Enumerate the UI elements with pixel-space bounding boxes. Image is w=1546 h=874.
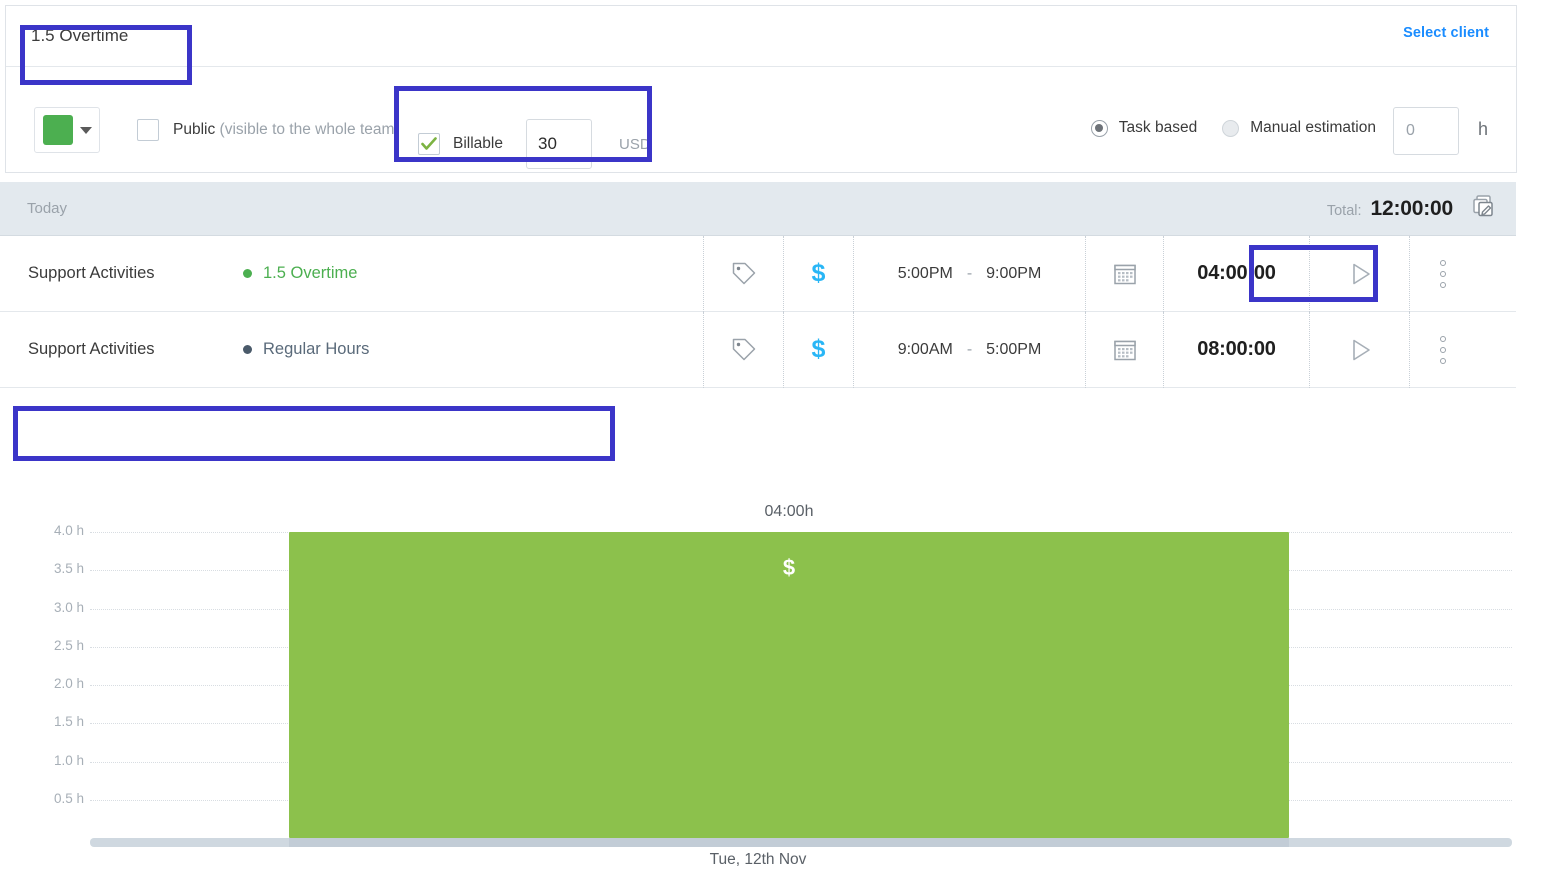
day-total-value: 12:00:00 [1370, 196, 1454, 220]
calendar-icon[interactable] [1085, 311, 1163, 388]
hours-bar-chart: 4.0 h 3.5 h 3.0 h 2.5 h 2.0 h 1.5 h 1.0 h 0.5 h… [0, 468, 1516, 874]
public-hint-text: (visible to the whole team) [219, 121, 400, 138]
chart-y-tick-label: 1.5 h [53, 714, 84, 730]
entry-task[interactable]: 1.5 Overtime [243, 264, 703, 283]
manual-estimation-label: Manual estimation [1250, 119, 1376, 136]
row-menu-icon[interactable] [1409, 235, 1475, 312]
billable-group[interactable]: Billable 30 USD [418, 119, 651, 169]
entry-time-range[interactable]: 9:00AM -5:00PM [853, 311, 1085, 388]
entry-task[interactable]: Regular Hours [243, 340, 703, 359]
day-header-row: Today Total: 12:00:00 [0, 182, 1516, 236]
chart-y-tick-label: 3.5 h [53, 561, 84, 577]
time-range-dash: - [966, 264, 973, 282]
play-icon[interactable] [1309, 311, 1409, 388]
calendar-icon[interactable] [1085, 235, 1163, 312]
entry-project: Support Activities [28, 264, 155, 282]
billable-dollar-icon[interactable]: $ [783, 235, 853, 312]
hours-unit-label: h [1477, 119, 1488, 139]
table-row[interactable]: Support Activities 1.5 Overtime $5:00PM -9:… [0, 235, 1516, 312]
entry-duration[interactable]: 08:00:00 [1163, 311, 1309, 388]
entry-time-range[interactable]: 5:00PM -9:00PM [853, 235, 1085, 312]
day-total: Total: 12:00:00 [1327, 197, 1453, 221]
row-menu-icon[interactable] [1409, 311, 1475, 388]
task-based-label: Task based [1118, 119, 1198, 136]
manual-estimation-radio[interactable] [1222, 119, 1240, 137]
duplicate-day-icon[interactable] [1470, 193, 1496, 224]
estimate-hours-input[interactable]: 0 [1393, 107, 1459, 155]
entry-duration[interactable]: 04:00:00 [1163, 235, 1309, 312]
color-picker-button[interactable] [34, 107, 100, 153]
public-checkbox-group[interactable]: Public (visible to the whole team) [137, 119, 400, 141]
public-checkbox[interactable] [137, 119, 159, 141]
chart-y-tick-label: 2.0 h [53, 676, 84, 692]
play-icon[interactable] [1309, 235, 1409, 312]
table-row[interactable]: Support Activities Regular Hours $9:00AM -5… [0, 311, 1516, 388]
entry-end-time: 5:00PM [986, 340, 1042, 358]
timesheet-page: 1.5 Overtime Select client Public (visib… [0, 0, 1546, 874]
task-color-dot [243, 345, 252, 354]
public-label: Public (visible to the whole team) [173, 121, 400, 139]
public-label-text: Public [173, 121, 216, 138]
entry-task-label: Regular Hours [263, 340, 370, 358]
entry-end-time: 9:00PM [986, 264, 1042, 282]
entry-task-label: 1.5 Overtime [263, 264, 358, 282]
tag-icon[interactable] [703, 235, 783, 312]
time-entries-panel: Today Total: 12:00:00 Support Activities… [0, 182, 1516, 640]
chart-x-tick-label: Tue, 12th Nov [709, 851, 807, 868]
chart-y-tick-label: 1.0 h [53, 752, 84, 768]
billable-dollar-icon[interactable]: $ [783, 311, 853, 388]
card-title-row: 1.5 Overtime Select client [6, 6, 1516, 67]
chart-y-tick-label: 2.5 h [53, 637, 84, 653]
chart-y-tick-label: 4.0 h [53, 523, 84, 539]
entry-start-time: 9:00AM [897, 340, 953, 358]
currency-label: USD [618, 135, 651, 153]
billable-rate-input[interactable]: 30 [525, 119, 592, 169]
tag-icon[interactable] [703, 311, 783, 388]
project-settings-card: 1.5 Overtime Select client Public (visib… [5, 5, 1517, 173]
entry-start-time: 5:00PM [897, 264, 953, 282]
entry-rows-container: Support Activities 1.5 Overtime $5:00PM -9:… [0, 235, 1516, 388]
estimation-mode-group[interactable]: Task based Manual estimation [1090, 119, 1376, 137]
chart-y-tick-label: 0.5 h [53, 790, 84, 806]
time-range-dash: - [966, 340, 973, 358]
check-icon [421, 137, 437, 150]
chart-axis-highlight [289, 838, 1289, 847]
task-color-dot [243, 269, 252, 278]
chart-bar-value-label: 04:00h [764, 503, 814, 521]
billable-checkbox[interactable] [418, 133, 440, 155]
day-label: Today [27, 200, 68, 217]
task-based-radio[interactable] [1090, 119, 1108, 137]
select-client-link[interactable]: Select client [1403, 25, 1489, 41]
day-total-label: Total: [1326, 202, 1362, 219]
project-title-input[interactable]: 1.5 Overtime [31, 17, 191, 55]
color-swatch [43, 115, 73, 145]
chart-y-tick-label: 3.0 h [53, 599, 84, 615]
card-options-row: Public (visible to the whole team) Billa… [6, 67, 1516, 172]
chevron-down-icon [80, 126, 92, 134]
entry-project: Support Activities [28, 340, 155, 358]
highlight-box-totals [13, 406, 615, 461]
billable-dollar-icon: $ [782, 555, 796, 581]
billable-label: Billable [453, 135, 503, 152]
